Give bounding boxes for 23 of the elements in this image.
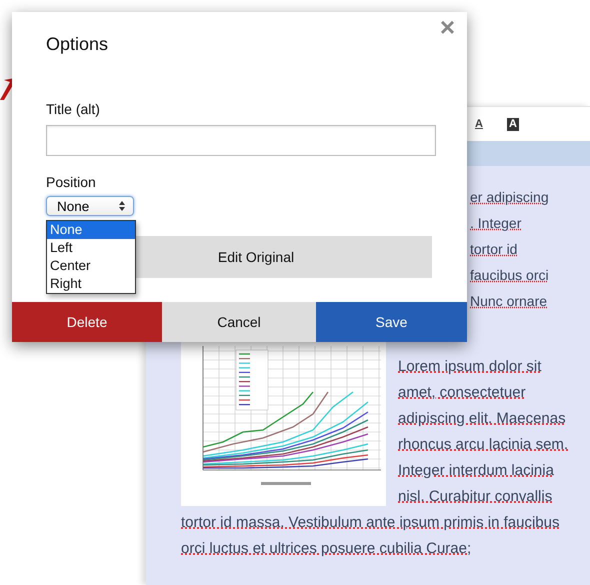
dropdown-option[interactable]: None (47, 221, 135, 239)
save-button[interactable]: Save (316, 302, 467, 342)
close-button[interactable]: × (436, 14, 459, 40)
dropdown-option[interactable]: Center (47, 257, 135, 275)
field-label: Title (alt) (46, 101, 100, 117)
paragraph-line-fragment: Nunc ornare (470, 292, 548, 311)
text-format-icon[interactable]: A (475, 118, 483, 130)
paragraph-line-fragment: tortor id (470, 240, 518, 259)
text-format-icon[interactable]: A (506, 118, 519, 130)
paragraph-line-fragment: faucibus orci (470, 266, 550, 285)
paragraph-line-fragment: er adipiscing (470, 188, 550, 207)
delete-button[interactable]: Delete (12, 302, 162, 342)
cancel-button[interactable]: Cancel (162, 302, 316, 342)
dropdown-option[interactable]: Left (47, 239, 135, 257)
field-label: Position (46, 174, 96, 190)
updown-arrows-icon (119, 201, 125, 211)
position-dropdown[interactable]: None (46, 196, 134, 216)
title-input-field[interactable] (46, 125, 436, 156)
dialog-title: Options (46, 34, 108, 55)
body-paragraph: Lorem ipsum dolor sit amet, consectetuer adipiscing elit. Maecenas rhoncus arcu lacinia sem. Integer interdum lacinia nisl. Curabitur convallis (398, 357, 570, 507)
paragraph-line-fragment: . Integer (470, 214, 522, 233)
dropdown-option[interactable]: Right (47, 275, 135, 293)
body-paragraph: tortor id massa. Vestibulum ante ipsum primis in faucibus orci luctus et ultrices posuere cubilia Curae; (181, 513, 560, 559)
